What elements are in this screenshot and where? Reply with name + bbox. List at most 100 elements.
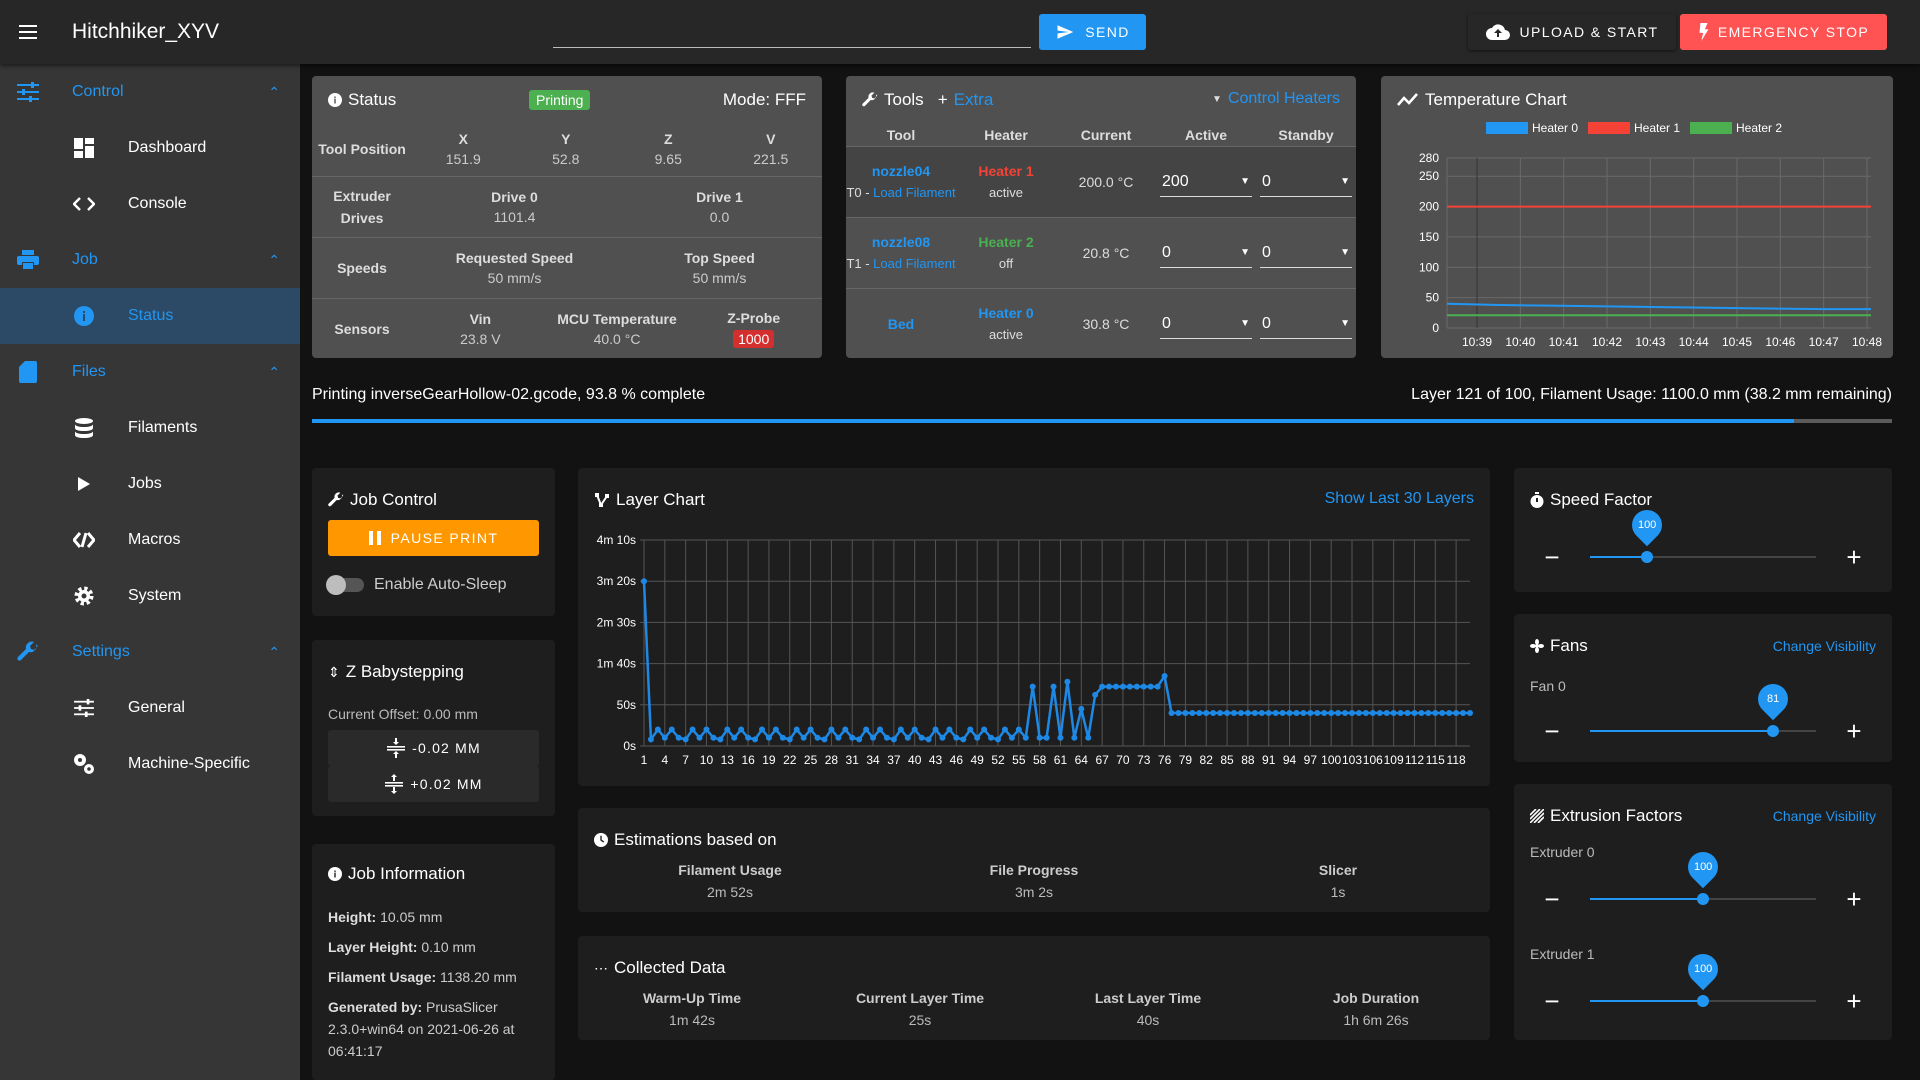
y-tick-label: 150 <box>1419 230 1439 244</box>
extruder-0-slider[interactable]: 100 <box>1590 845 1816 905</box>
sidebar-item-console[interactable]: Console <box>0 176 300 232</box>
layer-point <box>1418 710 1425 717</box>
sidebar-group-settings[interactable]: Settings ⌃ <box>0 624 300 680</box>
emergency-stop-button[interactable]: EMERGENCY STOP <box>1680 14 1887 50</box>
label: Warm-Up Time <box>642 990 741 1006</box>
x-tick-label: 118 <box>1447 753 1466 767</box>
upload-start-button[interactable]: UPLOAD & START <box>1468 14 1676 50</box>
x-tick-label: 40 <box>908 753 922 767</box>
heater-cell[interactable]: Heater 1 active <box>956 160 1056 204</box>
layer-point <box>1071 734 1078 741</box>
layer-point <box>675 734 682 741</box>
status-panel: Status Printing Mode: FFF Tool Position … <box>312 76 822 358</box>
sidebar-group-job[interactable]: Job ⌃ <box>0 232 300 288</box>
upload-label: UPLOAD & START <box>1519 24 1659 40</box>
increase-button[interactable]: + <box>1840 716 1868 747</box>
increase-button[interactable]: + <box>1840 986 1868 1017</box>
chevron-up-icon: ⌃ <box>268 363 280 380</box>
speed-factor-slider[interactable]: 100 <box>1590 503 1816 563</box>
layer-point <box>1029 683 1036 690</box>
label: Job Duration <box>1332 990 1420 1006</box>
axis-value: 221.5 <box>753 151 789 167</box>
layer-point <box>647 736 654 743</box>
sidebar-group-files[interactable]: Files ⌃ <box>0 344 300 400</box>
increase-button[interactable]: + <box>1840 884 1868 915</box>
sidebar-item-general[interactable]: General <box>0 680 300 736</box>
layer-point <box>1189 710 1196 717</box>
bed-link[interactable]: Bed <box>846 313 956 335</box>
babystep-plus-button[interactable]: +0.02 MM <box>328 766 539 802</box>
x-tick-label: 88 <box>1241 753 1255 767</box>
tool-name-link[interactable]: nozzle04 <box>846 160 956 182</box>
sensor-vin: Vin 23.8 V <box>412 311 549 347</box>
increase-button[interactable]: + <box>1840 542 1868 573</box>
slider-thumb[interactable] <box>1640 551 1653 563</box>
temp-chart-title: Temperature Chart <box>1397 90 1567 110</box>
auto-sleep-toggle[interactable]: Enable Auto-Sleep <box>326 575 507 595</box>
estop-label: EMERGENCY STOP <box>1717 24 1870 40</box>
sidebar-group-control[interactable]: Control ⌃ <box>0 64 300 120</box>
row-label: Sensors <box>334 320 390 337</box>
sidebar-item-jobs[interactable]: Jobs <box>0 456 300 512</box>
control-heaters-menu[interactable]: ▼ Control Heaters <box>1212 90 1340 108</box>
sidebar-item-status[interactable]: Status <box>0 288 300 344</box>
standby-temp-select[interactable]: 0 ▼ <box>1260 309 1352 339</box>
babystep-minus-button[interactable]: -0.02 MM <box>328 730 539 766</box>
layer-point <box>1036 734 1043 741</box>
temperature-chart: Heater 0 Heater 1 Heater 2 0 50 100 150 200 250 2… <box>1419 121 1882 349</box>
sidebar-item-machine-specific[interactable]: Machine-Specific <box>0 736 300 792</box>
sidebar-item-macros[interactable]: Macros <box>0 512 300 568</box>
standby-temp-select[interactable]: 0 ▼ <box>1260 238 1352 268</box>
slider-thumb[interactable] <box>1697 995 1709 1007</box>
layer-point <box>1307 710 1314 717</box>
gcode-input[interactable] <box>553 18 1031 48</box>
fan-0-slider[interactable]: 81 <box>1590 677 1816 737</box>
slider-thumb[interactable] <box>1767 725 1780 737</box>
pause-icon <box>368 531 381 545</box>
layer-point <box>1099 683 1106 690</box>
extrusion-change-visibility-link[interactable]: Change Visibility <box>1773 808 1876 824</box>
send-icon <box>1057 25 1074 39</box>
switch-control[interactable] <box>326 575 364 595</box>
send-button[interactable]: SEND <box>1039 14 1146 50</box>
active-temp-select[interactable]: 0 ▼ <box>1160 309 1252 339</box>
decrease-button[interactable]: − <box>1538 986 1566 1017</box>
extruder-1-slider[interactable]: 100 <box>1590 947 1816 1007</box>
tool-name-link[interactable]: nozzle08 <box>846 231 956 253</box>
slider-thumb[interactable] <box>1697 893 1709 905</box>
menu-button[interactable] <box>0 0 56 64</box>
decrease-button[interactable]: − <box>1538 716 1566 747</box>
slider-value: 81 <box>1766 693 1780 705</box>
heater-name: Heater 1 <box>978 163 1034 179</box>
tools-panel: Tools + Extra ▼ Control Heaters Tool Hea… <box>846 76 1356 358</box>
active-temp-select[interactable]: 200 ▼ <box>1160 167 1252 197</box>
standby-temp-select[interactable]: 0 ▼ <box>1260 167 1352 197</box>
pause-print-button[interactable]: PAUSE PRINT <box>328 520 539 556</box>
babystepping-title-text: Z Babystepping <box>345 662 464 681</box>
x-tick-label: 100 <box>1321 753 1341 767</box>
sidebar-item-system[interactable]: System <box>0 568 300 624</box>
active-temp-select[interactable]: 0 ▼ <box>1160 238 1252 268</box>
layer-point <box>1432 710 1439 717</box>
x-tick-label: 10:47 <box>1809 335 1839 349</box>
drive-value: 1101.4 <box>493 209 536 225</box>
heater-cell[interactable]: Heater 2 off <box>956 231 1056 275</box>
show-last-30-layers-link[interactable]: Show Last 30 Layers <box>1325 490 1474 508</box>
decrease-button[interactable]: − <box>1538 542 1566 573</box>
decrease-button[interactable]: − <box>1538 884 1566 915</box>
load-filament-link[interactable]: Load Filament <box>873 256 955 271</box>
sidebar-item-filaments[interactable]: Filaments <box>0 400 300 456</box>
layer-point <box>814 734 821 741</box>
extra-link[interactable]: Extra <box>954 90 994 110</box>
estimations-title: Estimations based on <box>594 830 777 850</box>
chevron-up-icon: ⌃ <box>268 83 280 100</box>
heater-cell[interactable]: Heater 0 active <box>956 302 1056 346</box>
layer-point <box>939 734 946 741</box>
layer-point <box>807 726 814 733</box>
x-tick-label: 43 <box>929 753 943 767</box>
fans-change-visibility-link[interactable]: Change Visibility <box>1773 638 1876 654</box>
load-filament-link[interactable]: Load Filament <box>873 185 955 200</box>
select-value: 0 <box>1162 243 1171 261</box>
x-tick-label: 10:41 <box>1549 335 1579 349</box>
sidebar-item-dashboard[interactable]: Dashboard <box>0 120 300 176</box>
